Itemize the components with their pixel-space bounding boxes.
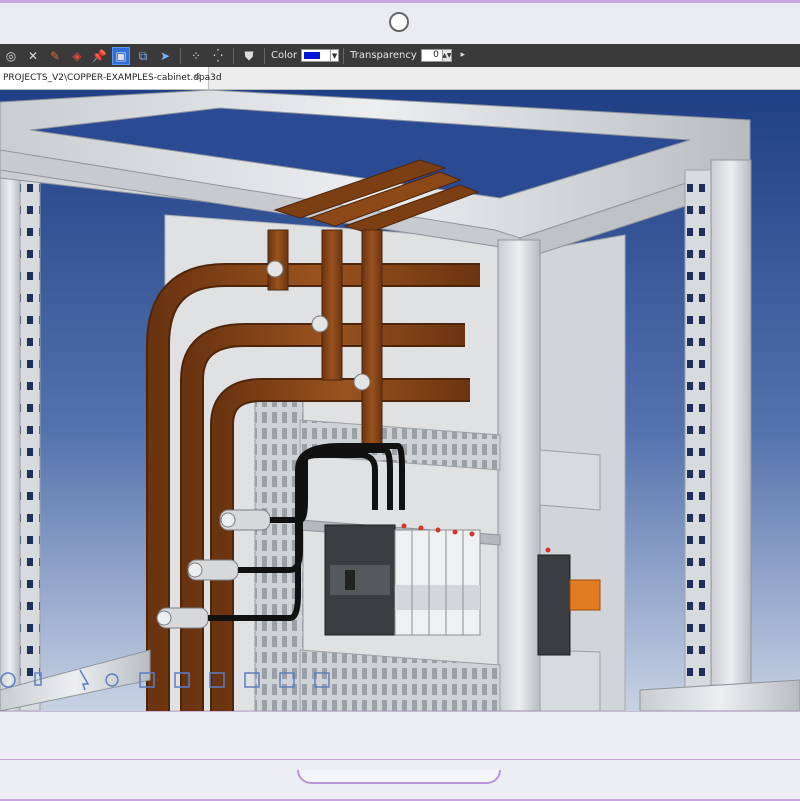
cable-terminal-1	[219, 509, 271, 531]
riser-bar-1	[267, 229, 289, 291]
laptop-frame: ◎ ✕ ✎ ◈ 📌 ▣ ⧉ ➤ ⁘ ⁛ ⛊ Color ▼ Transparen…	[0, 0, 800, 801]
right-duct-lower	[539, 649, 601, 711]
breaker-toggle	[345, 570, 355, 590]
pin-icon[interactable]: 📌	[90, 47, 108, 65]
cable-terminal-3	[156, 607, 209, 629]
arrow-cursor-icon[interactable]: ➤	[156, 47, 174, 65]
spin-arrows-icon[interactable]: ▲▼	[441, 49, 452, 62]
color-swatch	[304, 52, 321, 59]
mcb-row	[394, 529, 481, 636]
breaker-face	[330, 565, 390, 595]
top-accent-line	[0, 0, 800, 3]
cabinet-3d-render	[0, 90, 800, 711]
pencil-icon[interactable]: ✎	[46, 47, 64, 65]
cable-terminal-2	[187, 559, 239, 581]
toolbar-overflow-icon[interactable]: ▸	[454, 47, 472, 65]
right-upright-holes	[684, 169, 712, 711]
color-label: Color	[271, 50, 298, 61]
bolt	[311, 315, 329, 333]
side-contactor	[537, 554, 571, 656]
tab-label: PROJECTS_V2\COPPER-EXAMPLES-cabinet.dpa3…	[3, 73, 222, 83]
right-upright	[710, 159, 752, 711]
hinge-line	[0, 759, 800, 760]
app-screen: ◎ ✕ ✎ ◈ 📌 ▣ ⧉ ➤ ⁘ ⁛ ⛊ Color ▼ Transparen…	[0, 44, 800, 711]
toolbar-separator	[233, 47, 234, 64]
snap-diamond-icon[interactable]: ◈	[68, 47, 86, 65]
transparency-label: Transparency	[350, 50, 417, 61]
laptop-top-bezel	[0, 0, 800, 45]
delete-x-icon[interactable]: ✕	[24, 47, 42, 65]
grid-icon[interactable]: ⁛	[209, 47, 227, 65]
webcam-icon	[389, 12, 409, 32]
riser-bar-2	[321, 229, 343, 381]
left-upright	[17, 169, 41, 711]
copy-window-icon[interactable]: ⧉	[134, 47, 152, 65]
center-upright	[497, 239, 541, 711]
drawing-toolbar: ◎ ✕ ✎ ◈ 📌 ▣ ⧉ ➤ ⁘ ⁛ ⛊ Color ▼ Transparen…	[0, 44, 800, 68]
dots-icon[interactable]: ⁘	[187, 47, 205, 65]
target-icon[interactable]: ◎	[2, 47, 20, 65]
color-picker[interactable]	[301, 49, 332, 62]
bolt	[266, 260, 284, 278]
lid-notch	[297, 770, 501, 784]
tab-cabinet-document[interactable]: PROJECTS_V2\COPPER-EXAMPLES-cabinet.dpa3…	[0, 67, 222, 89]
left-front-upright	[0, 159, 21, 711]
right-duct-upper	[539, 449, 601, 511]
toolbar-separator	[343, 47, 345, 64]
toolbar-separator	[264, 47, 265, 64]
riser-bar-3	[361, 229, 383, 451]
toolbar-separator	[180, 47, 181, 64]
shield-icon[interactable]: ⛊	[240, 47, 258, 65]
3d-viewport[interactable]	[0, 90, 800, 711]
close-icon[interactable]: ⊗	[193, 72, 203, 82]
document-tab-bar: PROJECTS_V2\COPPER-EXAMPLES-cabinet.dpa3…	[0, 67, 800, 90]
select-box-icon[interactable]: ▣	[112, 46, 130, 65]
bolt	[353, 373, 371, 391]
orange-bracket	[569, 579, 601, 611]
laptop-bottom-bezel	[0, 711, 800, 801]
transparency-input[interactable]: 0	[420, 49, 443, 62]
chevron-down-icon[interactable]: ▼	[330, 49, 340, 62]
